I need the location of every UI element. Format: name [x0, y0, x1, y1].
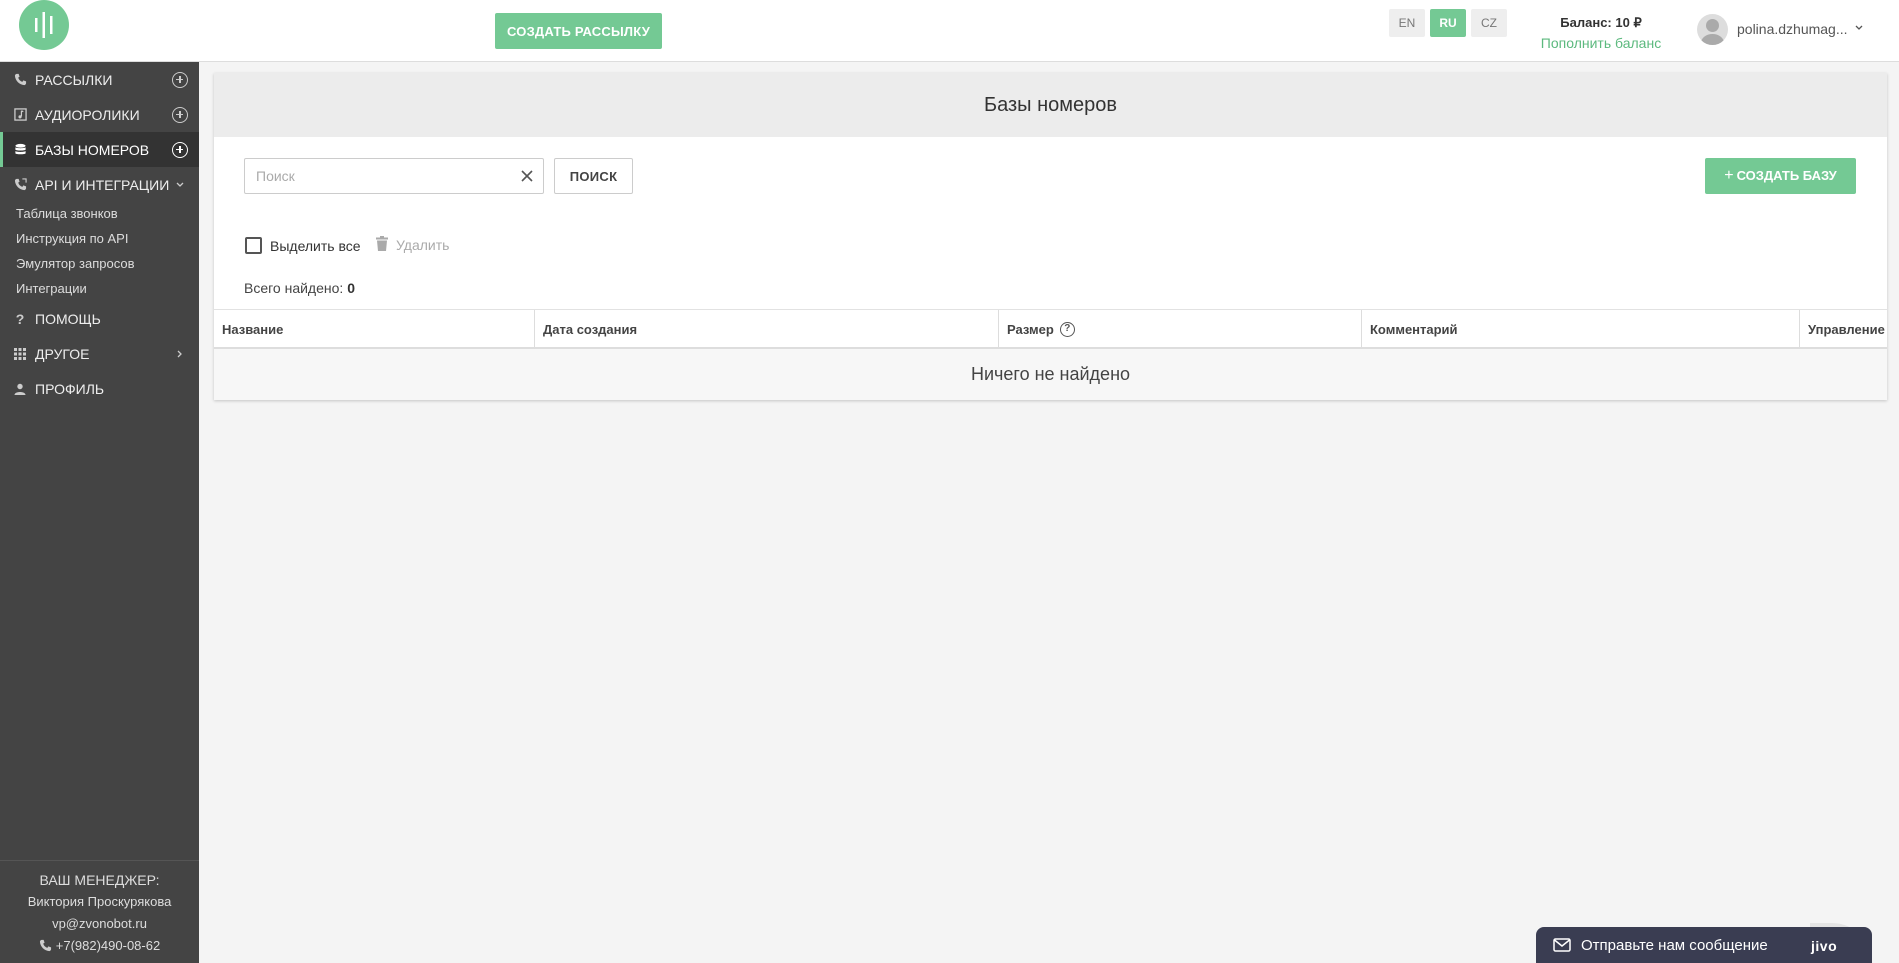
phone-link-icon	[13, 178, 27, 192]
create-base-label: СОЗДАТЬ БАЗУ	[1736, 168, 1837, 183]
sidebar-subitem-call-table[interactable]: Таблица звонков	[16, 206, 118, 221]
sidebar-item-label: ДРУГОЕ	[35, 345, 90, 362]
top-up-link[interactable]: Пополнить баланс	[1536, 35, 1666, 51]
column-header-created[interactable]: Дата создания	[534, 310, 998, 348]
avatar[interactable]	[1697, 14, 1728, 45]
total-label: Всего найдено:	[244, 280, 344, 296]
lang-ru-button[interactable]: RU	[1430, 9, 1466, 37]
sidebar-subitem-integrations[interactable]: Интеграции	[16, 281, 87, 296]
add-mailing-icon[interactable]	[172, 71, 188, 88]
sidebar-item-label: ПРОФИЛЬ	[35, 380, 105, 397]
close-icon[interactable]	[520, 169, 534, 183]
logo[interactable]	[19, 0, 69, 50]
total-found: Всего найдено: 0	[244, 280, 355, 296]
sidebar-item-audio[interactable]: АУДИОРОЛИКИ	[0, 97, 199, 132]
manager-title: ВАШ МЕНЕДЖЕР:	[39, 872, 160, 888]
sidebar-item-label: API И ИНТЕГРАЦИИ	[35, 176, 170, 193]
sidebar-item-label: ПОМОЩЬ	[35, 310, 101, 327]
chat-widget[interactable]: Отправьте нам сообщение jivo	[1536, 927, 1872, 963]
total-value: 0	[347, 280, 355, 296]
add-number-base-icon[interactable]	[172, 141, 188, 158]
create-mailing-button[interactable]: СОЗДАТЬ РАССЫЛКУ	[495, 13, 662, 49]
sidebar-item-other[interactable]: ДРУГОЕ	[0, 336, 199, 371]
person-icon	[13, 382, 27, 396]
select-all-label[interactable]: Выделить все	[270, 238, 361, 254]
sidebar-item-help[interactable]: ? ПОМОЩЬ	[0, 301, 199, 336]
grid-icon	[13, 347, 27, 361]
trash-icon	[376, 236, 388, 251]
phone-icon	[39, 939, 51, 952]
chevron-down-icon[interactable]	[175, 180, 185, 190]
chevron-down-icon[interactable]	[1854, 23, 1864, 33]
chevron-right-icon[interactable]	[175, 349, 185, 359]
lang-en-button[interactable]: EN	[1389, 9, 1425, 37]
column-header-size[interactable]: Размер ?	[998, 310, 1361, 348]
sidebar-item-number-bases[interactable]: БАЗЫ НОМЕРОВ	[0, 132, 199, 167]
column-header-size-label: Размер	[1007, 321, 1054, 337]
search-box	[244, 158, 544, 194]
sidebar-subitem-api-docs[interactable]: Инструкция по API	[16, 231, 128, 246]
column-header-actions: Управление	[1799, 310, 1887, 348]
logo-icon	[35, 12, 53, 38]
manager-info: ВАШ МЕНЕДЖЕР: Виктория Проскурякова vp@z…	[0, 860, 199, 963]
sidebar-item-label: РАССЫЛКИ	[35, 71, 113, 88]
envelope-icon	[1553, 938, 1571, 952]
column-header-comment[interactable]: Комментарий	[1361, 310, 1799, 348]
database-icon	[13, 143, 27, 157]
page-title: Базы номеров	[214, 73, 1887, 137]
chat-prompt[interactable]: Отправьте нам сообщение	[1581, 937, 1768, 954]
sidebar-item-profile[interactable]: ПРОФИЛЬ	[0, 371, 199, 406]
sidebar-item-label: БАЗЫ НОМЕРОВ	[35, 141, 150, 158]
manager-email[interactable]: vp@zvonobot.ru	[0, 916, 199, 931]
sidebar: РАССЫЛКИ АУДИОРОЛИКИ БАЗЫ НОМЕРОВ API И …	[0, 62, 199, 963]
create-base-button[interactable]: + СОЗДАТЬ БАЗУ	[1705, 158, 1856, 194]
manager-phone[interactable]: +7(982)490-08-62	[56, 938, 160, 953]
username[interactable]: polina.dzhumag...	[1737, 21, 1848, 37]
audio-icon	[13, 108, 27, 122]
plus-icon: +	[1724, 167, 1734, 184]
manager-name: Виктория Проскурякова	[27, 894, 172, 909]
select-all-checkbox[interactable]	[245, 237, 262, 254]
jivo-logo: jivo	[1811, 938, 1838, 954]
question-circle-icon[interactable]: ?	[1059, 321, 1075, 337]
add-audio-icon[interactable]	[172, 106, 188, 123]
phone-icon	[13, 73, 27, 87]
sidebar-item-mailings[interactable]: РАССЫЛКИ	[0, 62, 199, 97]
lang-cz-button[interactable]: CZ	[1471, 9, 1507, 37]
help-icon: ?	[15, 310, 25, 327]
number-bases-panel: Базы номеров ПОИСК +СОЗДАТЬ БАЗУ Выделит…	[214, 73, 1887, 400]
empty-state: Ничего не найдено	[214, 349, 1887, 400]
sidebar-item-api[interactable]: API И ИНТЕГРАЦИИ	[0, 167, 199, 202]
search-button[interactable]: ПОИСК	[554, 158, 633, 194]
manager-phone-row: +7(982)490-08-62	[0, 938, 199, 953]
search-input[interactable]	[245, 159, 505, 193]
sidebar-item-label: АУДИОРОЛИКИ	[35, 106, 140, 123]
table-header: Название Дата создания Размер ? Коммента…	[214, 309, 1887, 349]
balance-label: Баланс: 10 ₽	[1560, 15, 1642, 30]
sidebar-subitem-request-emulator[interactable]: Эмулятор запросов	[16, 256, 134, 271]
top-header: СОЗДАТЬ РАССЫЛКУ EN RU CZ Баланс: 10 ₽ П…	[0, 0, 1899, 62]
column-header-name[interactable]: Название	[214, 310, 534, 348]
delete-button[interactable]: Удалить	[396, 237, 449, 253]
